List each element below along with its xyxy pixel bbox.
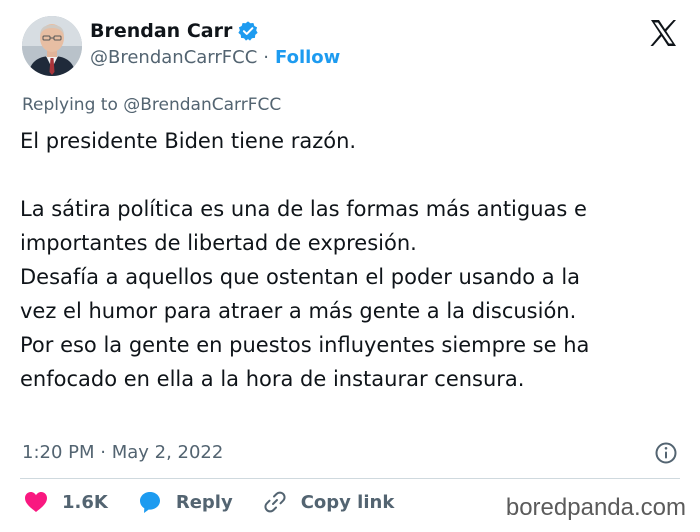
reply-button[interactable]: Reply xyxy=(138,490,233,514)
tweet-timestamp[interactable]: 1:20 PM · May 2, 2022 xyxy=(22,442,223,463)
author-display-name[interactable]: Brendan Carr xyxy=(90,20,232,42)
verified-badge-icon xyxy=(237,20,259,42)
divider xyxy=(20,478,680,479)
tweet-line: El presidente Biden tiene razón. xyxy=(20,129,357,153)
follow-button[interactable]: Follow xyxy=(275,47,340,68)
author-handle[interactable]: @BrendanCarrFCC xyxy=(90,47,257,68)
replying-to[interactable]: Replying to @BrendanCarrFCC xyxy=(22,95,281,115)
like-button[interactable]: 1.6K xyxy=(24,491,108,513)
like-count: 1.6K xyxy=(62,491,108,513)
tweet-line: La sátira política es una de las formas … xyxy=(20,197,587,221)
link-icon xyxy=(264,491,286,513)
tweet-line: vez el humor para atraer a más gente a l… xyxy=(20,299,577,323)
tweet-card: Brendan Carr @BrendanCarrFCC · Follow Re… xyxy=(0,0,700,532)
tweet-line: enfocado en ella a la hora de instaurar … xyxy=(20,367,525,391)
action-bar: 1.6K Reply Copy link xyxy=(24,490,424,514)
tweet-line: Por eso la gente en puestos influyentes … xyxy=(20,333,590,357)
x-logo-icon[interactable] xyxy=(648,18,678,48)
reply-label: Reply xyxy=(175,491,233,513)
copy-link-button[interactable]: Copy link xyxy=(263,490,395,514)
heart-icon xyxy=(25,492,47,512)
separator-dot: · xyxy=(263,47,270,68)
copy-link-label: Copy link xyxy=(300,491,395,513)
tweet-text: El presidente Biden tiene razón. La sáti… xyxy=(20,124,680,396)
tweet-line: importantes de libertad de expresión. xyxy=(20,231,417,255)
author-handle-row: @BrendanCarrFCC · Follow xyxy=(90,47,340,68)
info-icon[interactable] xyxy=(654,441,678,465)
author-name-row: Brendan Carr xyxy=(90,20,259,42)
watermark: boredpanda.com xyxy=(505,494,686,521)
avatar-image xyxy=(22,16,82,76)
avatar[interactable] xyxy=(22,16,82,76)
tweet-line: Desafía a aquellos que ostentan el poder… xyxy=(20,265,581,289)
reply-bubble-icon xyxy=(139,492,160,513)
